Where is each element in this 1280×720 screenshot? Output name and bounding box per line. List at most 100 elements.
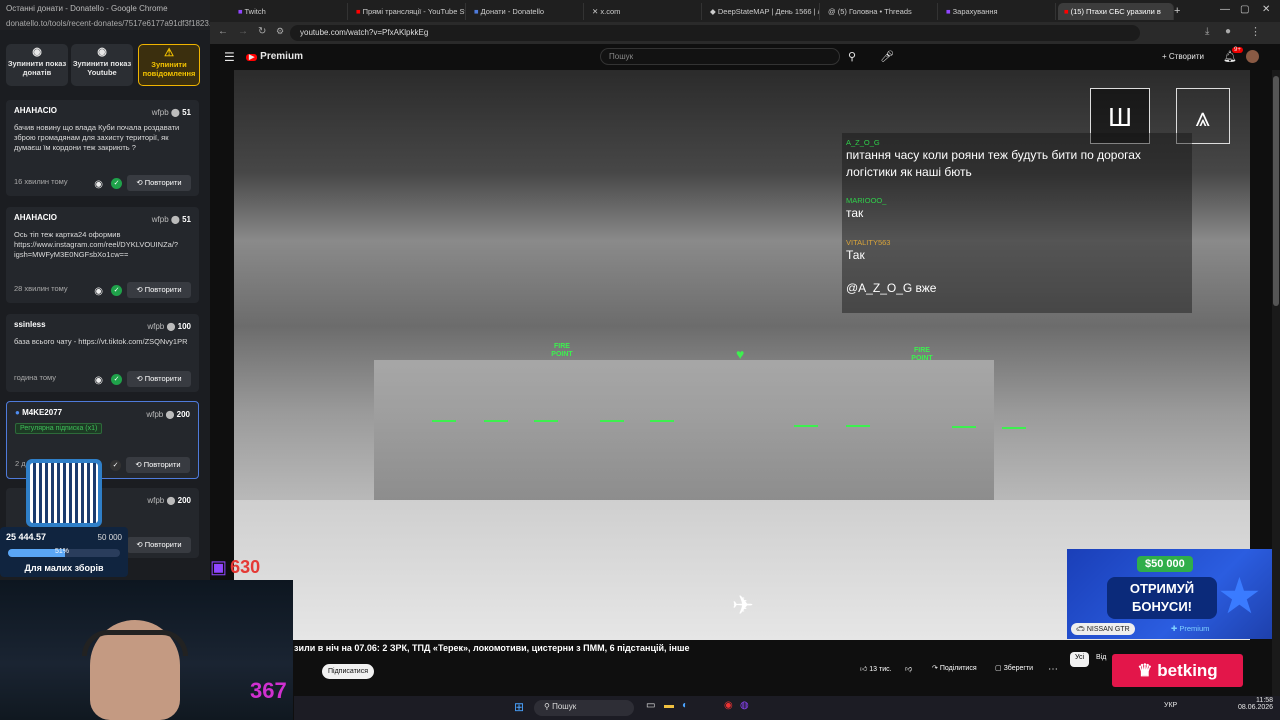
warning-icon: ⚠ — [164, 47, 174, 59]
new-tab-button[interactable]: + — [1174, 5, 1180, 17]
check-icon[interactable]: ✓ — [111, 285, 122, 296]
profile-icon[interactable]: ● — [1225, 26, 1231, 37]
tab-youtube-studio[interactable]: ■ Прямі трансляції - YouTube St — [350, 3, 466, 20]
hud-line — [484, 420, 508, 422]
tab-deepstate[interactable]: ◆ DeepStateMAP | День 1566 | / — [704, 3, 820, 20]
save-button[interactable]: ▢ Зберегти — [995, 664, 1033, 679]
stop-donations-button[interactable]: ◉ Зупинити показ донатів — [6, 44, 68, 86]
chat-overlay: A_Z_O_G питання часу коли рояни теж буду… — [842, 133, 1192, 313]
tab-enrollment[interactable]: ■ Зарахування — [940, 3, 1056, 20]
ad-premium: ✚ Premium — [1171, 624, 1210, 633]
hud-line — [846, 425, 870, 427]
task-view-icon[interactable]: ▭ — [646, 700, 655, 711]
search-icon[interactable]: ⚲ — [848, 50, 856, 63]
language-indicator[interactable]: УКР — [1164, 702, 1177, 709]
chip-all[interactable]: Усі — [1070, 652, 1090, 667]
more-button[interactable]: ⋯ — [1048, 664, 1058, 679]
search-input[interactable]: Пошук — [600, 48, 840, 65]
tab-youtube-video[interactable]: ■ (15) Птахи СБС уразили в — [1058, 3, 1174, 20]
create-button[interactable]: + Створити — [1162, 52, 1204, 61]
chat-message: @A_Z_O_G вже — [846, 281, 937, 295]
goal-percent: 51% — [55, 548, 70, 555]
scrollbar-thumb[interactable] — [1273, 76, 1279, 306]
youtube-header: ☰ ▶ Premium Пошук ⚲ 🎤︎ + Створити 🔔︎ 9+ — [210, 44, 1280, 70]
minimize-button[interactable]: — — [1220, 4, 1230, 15]
chat-message: VITALITY563 Так — [846, 238, 891, 262]
eye-icon[interactable]: ◉ — [94, 179, 103, 190]
donation-card: ssinless wfpb ⬤ 100 база всього чату - h… — [6, 314, 199, 392]
chat-message: A_Z_O_G питання часу коли рояни теж буду… — [846, 138, 1141, 179]
ad-price: $50 000 — [1137, 556, 1193, 572]
reload-icon[interactable]: ↻ — [258, 26, 266, 37]
chat-message: MARIOOO_ так — [846, 196, 887, 220]
repeat-button[interactable]: ⟲ Повторити — [127, 537, 191, 553]
edge-icon[interactable]: ◐ — [682, 700, 688, 711]
maximize-button[interactable]: ▢ — [1240, 4, 1249, 15]
hud-line — [952, 426, 976, 428]
repeat-button[interactable]: ⟲ Повторити — [126, 457, 190, 473]
eye-icon[interactable]: ◉ — [94, 286, 103, 297]
tab-donatello[interactable]: ■ Донати - Donatello — [468, 3, 584, 20]
twitch-icon: ▣ — [210, 557, 228, 577]
youtube-logo[interactable]: ▶ Premium — [246, 51, 303, 62]
repeat-button[interactable]: ⟲ Повторити — [127, 282, 191, 298]
avatar[interactable] — [1246, 50, 1259, 63]
menu-icon[interactable]: ⋮ — [1250, 25, 1261, 38]
tab-x[interactable]: ✕ x.com — [586, 3, 702, 20]
check-icon[interactable]: ✓ — [111, 374, 122, 385]
hud-line — [432, 420, 456, 422]
like-button[interactable]: 👍︎ 13 тис. — [860, 664, 892, 679]
window-title: Останні донати - Donatello - Google Chro… — [0, 0, 210, 18]
obs-icon[interactable]: ◍ — [740, 700, 749, 711]
taskbar-search[interactable]: ⚲ Пошук — [534, 700, 634, 716]
betking-logo[interactable]: ♛ betking — [1112, 654, 1243, 687]
repeat-button[interactable]: ⟲ Повторити — [127, 175, 191, 191]
ad-headline: ОТРИМУЙ БОНУСИ! — [1107, 577, 1217, 619]
taskbar: ⊞ ⚲ Пошук ▭ ▬ ◐ ◉ ◍ УКР 11:58 08.06.2026 — [294, 696, 1280, 720]
check-icon[interactable]: ✓ — [111, 178, 122, 189]
download-icon[interactable]: ⤓ — [1205, 26, 1209, 37]
stop-youtube-button[interactable]: ◉ Зупинити показ Youtube — [71, 44, 133, 86]
url-input[interactable]: youtube.com/watch?v=PfxAKlpkkEg — [290, 25, 1140, 41]
donation-card: АНАНАСІО wfpb ⬤ 51 Ось тіп теж картка24 … — [6, 207, 199, 303]
stop-messages-button[interactable]: ⚠ Зупинити повідомлення — [138, 44, 200, 86]
tab-twitch[interactable]: ■ Twitch — [232, 3, 348, 20]
chip-from[interactable]: Від — [1096, 654, 1106, 669]
share-button[interactable]: ↷ Поділитися — [932, 664, 977, 679]
counter-value: 367 — [250, 678, 287, 703]
clock[interactable]: 11:58 08.06.2026 — [1238, 697, 1273, 711]
explorer-icon[interactable]: ▬ — [664, 700, 674, 711]
headphones-icon — [82, 630, 188, 656]
dislike-button[interactable]: 👎︎ — [905, 664, 912, 679]
windows-start-icon[interactable]: ⊞ — [514, 700, 524, 714]
hamburger-icon[interactable]: ☰ — [224, 50, 235, 64]
site-info-icon[interactable]: ⚙ — [276, 26, 284, 37]
tab-strip: ■ Twitch ■ Прямі трансляції - YouTube St… — [210, 0, 1280, 22]
stop-circle-icon: ◉ — [97, 46, 107, 58]
fire-point-label: FIRE POINT — [551, 343, 573, 358]
stop-circle-icon: ◉ — [32, 46, 42, 58]
video-title: зили в ніч на 07.06: 2 ЗРК, ТПД «Терек»,… — [294, 643, 690, 653]
tab-threads[interactable]: @ (5) Головна • Threads — [822, 3, 938, 20]
star-icon: ★ — [1217, 568, 1262, 624]
qr-code — [26, 459, 102, 527]
chrome-icon[interactable]: ◉ — [724, 700, 733, 711]
donation-goal: 25 444.57 50 000 51% Для малих зборів — [0, 527, 128, 577]
hud-line — [650, 420, 674, 422]
window-url: donatello.to/tools/recent-donates/7517e6… — [0, 18, 210, 30]
ad-banner[interactable]: $50 000 ОТРИМУЙ БОНУСИ! ★ 🚗︎ NISSAN GTR ✚… — [1067, 549, 1280, 639]
check-icon[interactable]: ✓ — [110, 460, 121, 471]
back-icon[interactable]: ← — [218, 26, 228, 37]
donation-card: АНАНАСІО wfpb ⬤ 51 бачив новину що влада… — [6, 100, 199, 196]
ad-car-chip: 🚗︎ NISSAN GTR — [1071, 623, 1135, 635]
target-reticle-icon: ♥ — [736, 346, 745, 362]
viewer-count: 630 — [230, 557, 261, 577]
repeat-button[interactable]: ⟲ Повторити — [127, 371, 191, 387]
twitch-viewers: ▣ 630 — [210, 557, 292, 581]
close-window-button[interactable]: ✕ — [1262, 4, 1270, 15]
eye-icon[interactable]: ◉ — [94, 375, 103, 386]
subscribe-button[interactable]: Підписатися — [322, 664, 374, 679]
notification-badge: 9+ — [1232, 47, 1243, 53]
mic-icon[interactable]: 🎤︎ — [880, 50, 894, 63]
forward-icon[interactable]: → — [238, 26, 248, 37]
